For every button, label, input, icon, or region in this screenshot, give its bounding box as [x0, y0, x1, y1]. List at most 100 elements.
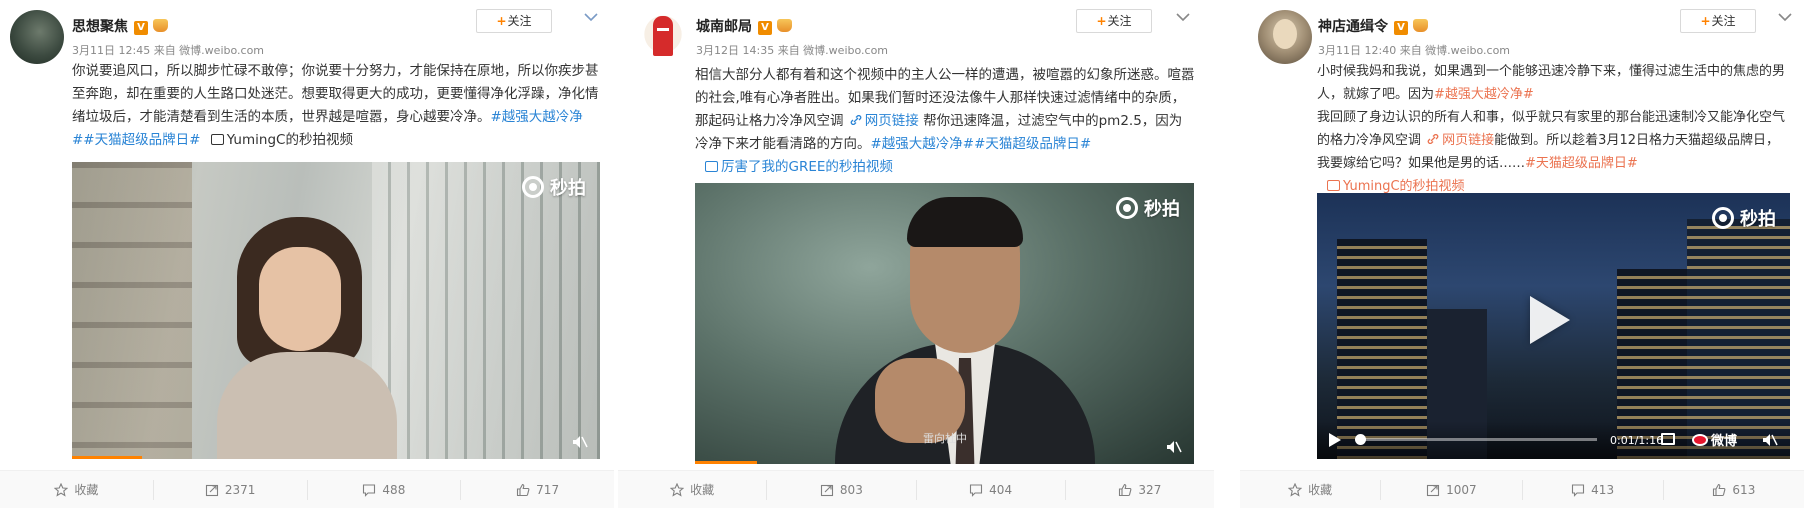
avatar[interactable] — [1258, 10, 1312, 64]
video-frame — [217, 217, 397, 459]
weibo-logo-text: 微博 — [1711, 434, 1738, 449]
follow-button[interactable]: +关注 — [1680, 9, 1756, 33]
like-button[interactable]: 717 — [461, 480, 614, 500]
verified-badge: V — [758, 21, 772, 35]
author-name[interactable]: 思想聚焦 — [72, 19, 128, 35]
avatar[interactable] — [636, 10, 690, 64]
like-count: 327 — [1138, 482, 1162, 497]
post-body: 小时候我妈和我说，如果遇到一个能够迅速冷静下来，懂得过滤生活中的焦虑的男人，就嫁… — [1317, 64, 1786, 102]
favorite-label: 收藏 — [1308, 483, 1333, 497]
video-scrubber[interactable] — [1355, 434, 1597, 445]
like-button[interactable]: 613 — [1664, 480, 1804, 500]
hashtag-link[interactable]: #越强大越冷净# — [1434, 87, 1534, 102]
member-crown-icon — [777, 19, 792, 32]
action-bar: 收藏 803 404 327 — [618, 470, 1214, 508]
comment-button[interactable]: 488 — [308, 479, 462, 500]
repost-button[interactable]: 1007 — [1381, 479, 1523, 500]
post-card: 神店通缉令 V 3月11日 12:40 来自 微博.weibo.com +关注 小… — [1240, 0, 1804, 512]
favorite-label: 收藏 — [74, 483, 99, 497]
video-player[interactable]: 秒拍 — [72, 162, 600, 459]
comment-icon — [363, 483, 376, 497]
video-time: 0:01/1:16 — [1610, 434, 1664, 447]
author-name[interactable]: 神店通缉令 — [1318, 19, 1388, 35]
star-icon — [670, 482, 685, 497]
like-count: 717 — [536, 482, 560, 497]
miaopai-logo-icon — [522, 176, 544, 198]
star-icon — [1288, 482, 1303, 497]
post-meta[interactable]: 3月11日 12:40 来自 微博.weibo.com — [1318, 42, 1510, 58]
chevron-down-icon[interactable] — [1778, 12, 1792, 22]
repost-count: 1007 — [1446, 482, 1477, 497]
repost-count: 2371 — [224, 482, 256, 497]
comment-button[interactable]: 404 — [917, 479, 1066, 500]
web-link[interactable]: 网页链接 — [1425, 133, 1494, 148]
post-meta[interactable]: 3月12日 14:35 来自 微博.weibo.com — [696, 42, 888, 58]
plus-icon: + — [1096, 14, 1107, 28]
thumbs-up-icon — [1119, 483, 1132, 496]
action-bar: 收藏 1007 413 613 — [1240, 470, 1804, 508]
follow-button[interactable]: +关注 — [1076, 9, 1152, 33]
video-link[interactable]: YumingC的秒拍视频 — [1327, 179, 1465, 194]
plus-icon: + — [496, 14, 507, 28]
web-link[interactable]: 网页链接 — [848, 113, 919, 129]
video-frame — [72, 162, 192, 459]
comment-icon — [970, 483, 983, 497]
follow-label: 关注 — [1107, 14, 1132, 28]
favorite-button[interactable]: 收藏 — [0, 479, 154, 500]
video-icon — [705, 161, 718, 172]
post-card: 思想聚焦 V 3月11日 12:45 来自 微博.weibo.com +关注 你说… — [0, 0, 614, 512]
post-meta[interactable]: 3月11日 12:45 来自 微博.weibo.com — [72, 42, 264, 58]
post-text: 相信大部分人都有着和这个视频中的主人公一样的遭遇，被喧嚣的幻象所迷惑。喧嚣的社会… — [695, 64, 1195, 179]
video-progress — [695, 461, 757, 464]
play-icon[interactable] — [1329, 433, 1341, 447]
plus-icon: + — [1700, 14, 1711, 28]
weibo-eye-icon — [1692, 433, 1708, 446]
hashtag-link[interactable]: #天猫超级品牌日# — [1525, 156, 1638, 171]
video-progress — [72, 456, 142, 459]
comment-button[interactable]: 413 — [1523, 479, 1664, 500]
like-button[interactable]: 327 — [1066, 480, 1214, 500]
video-link[interactable]: 厉害了我的GREE的秒拍视频 — [705, 159, 893, 175]
video-icon — [1327, 180, 1340, 191]
watermark-text: 秒拍 — [550, 178, 586, 199]
fullscreen-icon[interactable] — [1661, 433, 1675, 445]
follow-label: 关注 — [507, 14, 532, 28]
video-link[interactable]: YumingC的秒拍视频 — [210, 132, 353, 148]
favorite-button[interactable]: 收藏 — [618, 479, 768, 500]
post-text: 小时候我妈和我说，如果遇到一个能够迅速冷静下来，懂得过滤生活中的焦虑的男人，就嫁… — [1317, 60, 1789, 198]
hashtag-link[interactable]: #越强大越冷净##天猫超级品牌日# — [871, 136, 1092, 152]
favorite-button[interactable]: 收藏 — [1240, 479, 1382, 500]
scrubber-handle[interactable] — [1355, 434, 1366, 445]
mute-icon[interactable] — [1762, 433, 1778, 447]
repost-button[interactable]: 2371 — [154, 479, 308, 500]
mute-icon[interactable] — [572, 435, 588, 449]
video-frame — [372, 162, 600, 459]
video-player[interactable]: 秒拍 0:01/1:16 微博 — [1317, 193, 1790, 459]
repost-count: 803 — [839, 482, 863, 497]
mute-icon[interactable] — [1166, 440, 1182, 454]
comment-count: 404 — [989, 482, 1013, 497]
comment-icon — [1572, 483, 1585, 497]
chevron-down-icon[interactable] — [584, 12, 598, 22]
miaopai-logo-icon — [1712, 207, 1734, 229]
author-line: 城南邮局 V — [696, 16, 792, 36]
thumbs-up-icon — [517, 483, 530, 496]
video-player[interactable]: 秒拍 雷向杜中 — [695, 183, 1194, 464]
mailbox-icon — [653, 16, 673, 56]
video-subtitle: 雷向杜中 — [923, 432, 967, 445]
comment-count: 488 — [382, 482, 406, 497]
like-count: 613 — [1732, 482, 1756, 497]
repost-icon — [205, 484, 218, 496]
play-button[interactable] — [1530, 296, 1570, 344]
avatar[interactable] — [10, 10, 64, 64]
author-name[interactable]: 城南邮局 — [696, 19, 752, 35]
video-controls: 0:01/1:16 微博 — [1317, 421, 1790, 459]
link-icon — [1427, 134, 1439, 144]
watermark-text: 秒拍 — [1740, 209, 1776, 230]
chevron-down-icon[interactable] — [1176, 12, 1190, 22]
web-link-label: 网页链接 — [1442, 133, 1495, 148]
repost-icon — [1427, 484, 1440, 496]
follow-button[interactable]: +关注 — [476, 9, 552, 33]
repost-button[interactable]: 803 — [767, 479, 917, 500]
follow-label: 关注 — [1711, 14, 1736, 28]
